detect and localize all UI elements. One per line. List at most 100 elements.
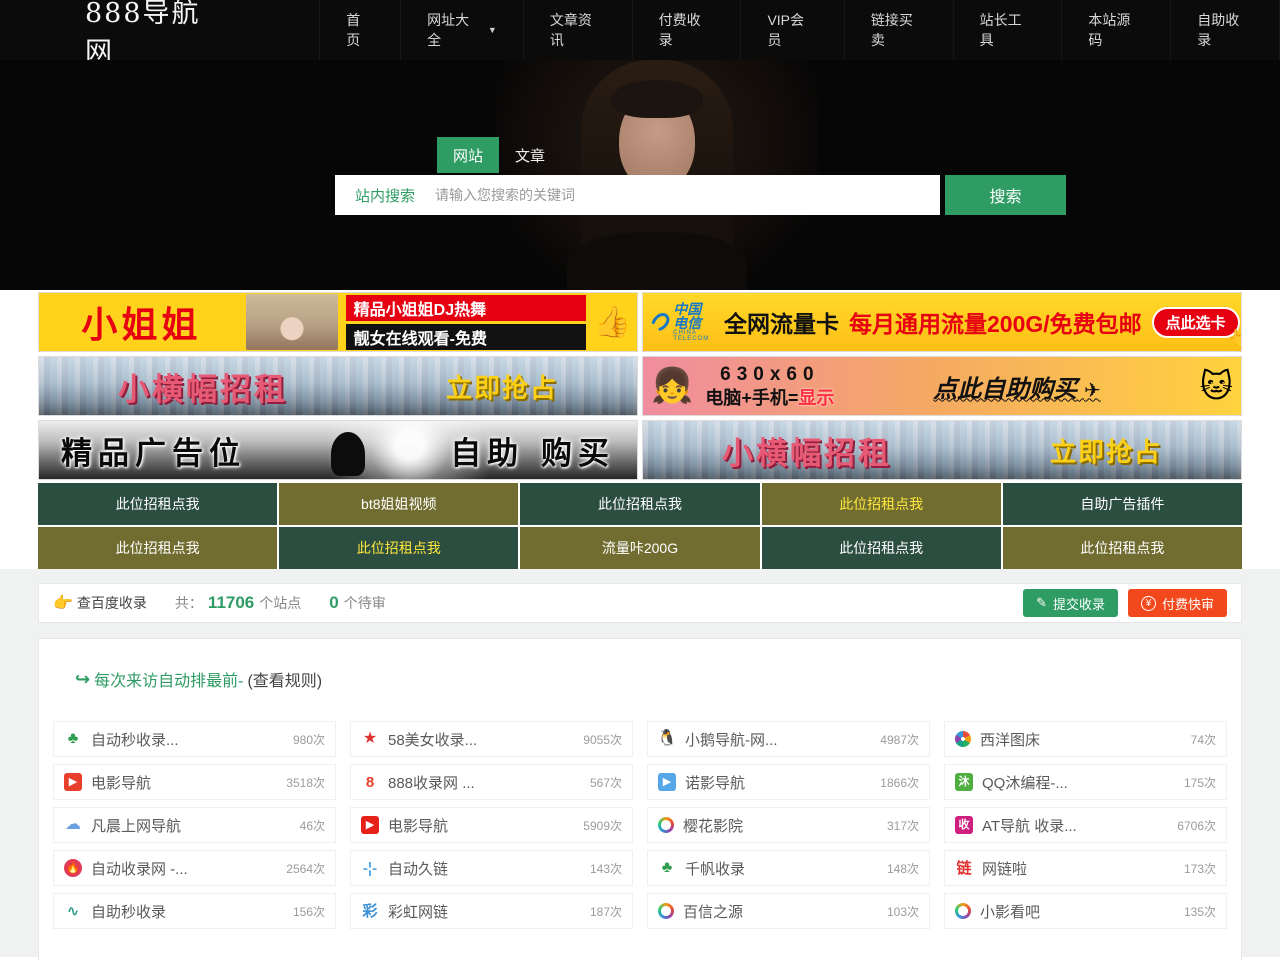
- nav-item-label: 首页: [346, 10, 374, 50]
- nav-item[interactable]: 文章资讯: [523, 0, 632, 60]
- ad-slot-button[interactable]: 此位招租点我: [520, 483, 759, 525]
- brand-name-cn: 中国电信: [673, 302, 714, 330]
- banner-line: 电脑+手机=显示: [705, 387, 834, 410]
- ad-slot-button[interactable]: 此位招租点我: [38, 527, 277, 569]
- list-item[interactable]: ☁凡晨上网导航46次: [53, 807, 336, 843]
- nav-item[interactable]: 网址大全▼: [400, 0, 523, 60]
- nav-item[interactable]: 链接买卖: [844, 0, 953, 60]
- total-label: 共：: [175, 593, 203, 613]
- chevron-down-icon: ▼: [488, 25, 497, 35]
- site-listing-card: ↪ 每次来访自动排最前- (查看规则) ♣自动秒收录...980次 ★58美女收录…: [38, 638, 1242, 960]
- ad-slot-button[interactable]: 此位招租点我: [762, 527, 1001, 569]
- list-item[interactable]: 西洋图床74次: [944, 721, 1227, 757]
- flame-icon: 🔥: [64, 859, 82, 877]
- list-item[interactable]: 沐QQ沐编程-...175次: [944, 764, 1227, 800]
- baidu-check-link[interactable]: 查百度收录: [77, 593, 147, 613]
- view-rules-link[interactable]: (查看规则): [247, 667, 322, 691]
- dashed-cross-icon: -¦-: [361, 859, 379, 877]
- play-icon: ▶: [361, 816, 379, 834]
- list-item[interactable]: 彩彩虹网链187次: [350, 893, 633, 929]
- pencil-icon: ✎: [1036, 595, 1047, 611]
- list-item[interactable]: ♣千帆收录148次: [647, 850, 930, 886]
- site-visit-count: 1866次: [880, 774, 919, 791]
- mu-icon: 沐: [955, 773, 973, 791]
- search-tabs: 网站 文章: [437, 137, 561, 173]
- banner-title: 小横幅招租: [722, 428, 892, 473]
- nav-item[interactable]: 付费收录: [632, 0, 741, 60]
- main-menu: 首页网址大全▼文章资讯付费收录VIP会员链接买卖站长工具本站源码自助收录: [319, 0, 1280, 60]
- banner-ad-small-banner-rent-1[interactable]: 小横幅招租 立即抢占: [38, 356, 638, 416]
- nav-item[interactable]: 本站源码: [1061, 0, 1170, 60]
- list-item[interactable]: 链网链啦173次: [944, 850, 1227, 886]
- banner-line1: 精品小姐姐DJ热舞: [346, 295, 586, 321]
- list-item[interactable]: 百信之源103次: [647, 893, 930, 929]
- list-item[interactable]: 🔥自动收录网 -...2564次: [53, 850, 336, 886]
- banner-ad-self-service[interactable]: 👧 630x60 电脑+手机=显示 点此自助购买 ✈ 🐱: [642, 356, 1242, 416]
- site-logo[interactable]: 888导航网: [85, 0, 229, 69]
- site-visit-count: 187次: [590, 903, 622, 920]
- ad-slot-button[interactable]: 此位招租点我: [762, 483, 1001, 525]
- site-visit-count: 103次: [887, 903, 919, 920]
- list-item[interactable]: 🐧小鹅导航-网...4987次: [647, 721, 930, 757]
- site-visit-count: 173次: [1184, 860, 1216, 877]
- list-item[interactable]: ▶电影导航3518次: [53, 764, 336, 800]
- site-visit-count: 135次: [1184, 903, 1216, 920]
- pending-sites-stat: 0 个待审: [329, 593, 385, 613]
- list-item[interactable]: ∿自助秒收录156次: [53, 893, 336, 929]
- nav-item[interactable]: 自助收录: [1170, 0, 1280, 60]
- site-name: QQ沐编程-...: [982, 772, 1175, 793]
- paid-review-button[interactable]: ¥ 付费快审: [1128, 589, 1227, 617]
- banner-ad-xiaojiejie[interactable]: 小姐姐 精品小姐姐DJ热舞 靓女在线观看-免费 👍: [38, 292, 638, 352]
- ad-slot-button[interactable]: 流量咔200G: [520, 527, 759, 569]
- ad-slot-button[interactable]: 此位招租点我: [38, 483, 277, 525]
- list-item[interactable]: 小影看吧135次: [944, 893, 1227, 929]
- banner-section: 小姐姐 精品小姐姐DJ热舞 靓女在线观看-免费 👍 中国电信 CHINA TEL…: [0, 290, 1280, 569]
- banner-ad-china-telecom[interactable]: 中国电信 CHINA TELECOM 全网流量卡 每月通用流量200G/免费包邮…: [642, 292, 1242, 352]
- list-item[interactable]: 8888收录网 ...567次: [350, 764, 633, 800]
- banner-ad-premium-slot[interactable]: 精品广告位 自助 购买: [38, 420, 638, 480]
- ad-slot-button[interactable]: bt8姐姐视频: [279, 483, 518, 525]
- ad-slot-button[interactable]: 此位招租点我: [279, 527, 518, 569]
- list-item[interactable]: ▶电影导航5909次: [350, 807, 633, 843]
- site-name: 网链啦: [982, 858, 1175, 879]
- banner-ad-small-banner-rent-2[interactable]: 小横幅招租 立即抢占: [642, 420, 1242, 480]
- site-name: AT导航 收录...: [982, 815, 1168, 836]
- list-item[interactable]: -¦-自动久链143次: [350, 850, 633, 886]
- list-item[interactable]: ▶诺影导航1866次: [647, 764, 930, 800]
- clover-icon: ♣: [658, 859, 676, 877]
- tab-article[interactable]: 文章: [499, 137, 561, 173]
- banner-title: 小姐姐: [45, 296, 238, 348]
- cai-icon: 彩: [361, 902, 379, 920]
- star-icon: ★: [361, 730, 379, 748]
- color-ring-icon: [658, 903, 674, 919]
- site-visit-count: 156次: [293, 903, 325, 920]
- site-name: 西洋图床: [980, 729, 1182, 750]
- ad-slot-button[interactable]: 自助广告插件: [1003, 483, 1242, 525]
- search-button[interactable]: 搜索: [945, 175, 1066, 215]
- swoosh-icon: ∿: [64, 902, 82, 920]
- ad-slot-button[interactable]: 此位招租点我: [1003, 527, 1242, 569]
- china-telecom-logo-icon: [648, 310, 673, 335]
- site-visit-count: 567次: [590, 774, 622, 791]
- site-name: 自动秒收录...: [91, 729, 284, 750]
- banner-promo: 每月通用流量200G/免费包邮: [849, 305, 1142, 339]
- site-name: 888收录网 ...: [388, 772, 581, 793]
- list-item[interactable]: ★58美女收录...9055次: [350, 721, 633, 757]
- tab-website[interactable]: 网站: [437, 137, 499, 173]
- submit-site-button[interactable]: ✎ 提交收录: [1023, 589, 1118, 617]
- ranking-notice: ↪ 每次来访自动排最前- (查看规则): [75, 667, 1227, 691]
- stats-bar: 👉 查百度收录 共： 11706 个站点 0 个待审 ✎ 提交收录 ¥ 付费快审: [38, 583, 1242, 623]
- site-name: 樱花影院: [683, 815, 878, 836]
- list-item[interactable]: ♣自动秒收录...980次: [53, 721, 336, 757]
- site-visit-count: 2564次: [286, 860, 325, 877]
- list-item[interactable]: 樱花影院317次: [647, 807, 930, 843]
- search-input[interactable]: [435, 175, 940, 215]
- nav-item[interactable]: VIP会员: [740, 0, 843, 60]
- nav-item[interactable]: 首页: [319, 0, 400, 60]
- nav-item[interactable]: 站长工具: [953, 0, 1062, 60]
- play-icon: ▶: [658, 773, 676, 791]
- choose-card-button[interactable]: 点此选卡 👆: [1152, 307, 1240, 338]
- site-name: 电影导航: [388, 815, 574, 836]
- color-ring-icon: [955, 903, 971, 919]
- list-item[interactable]: 收AT导航 收录...6706次: [944, 807, 1227, 843]
